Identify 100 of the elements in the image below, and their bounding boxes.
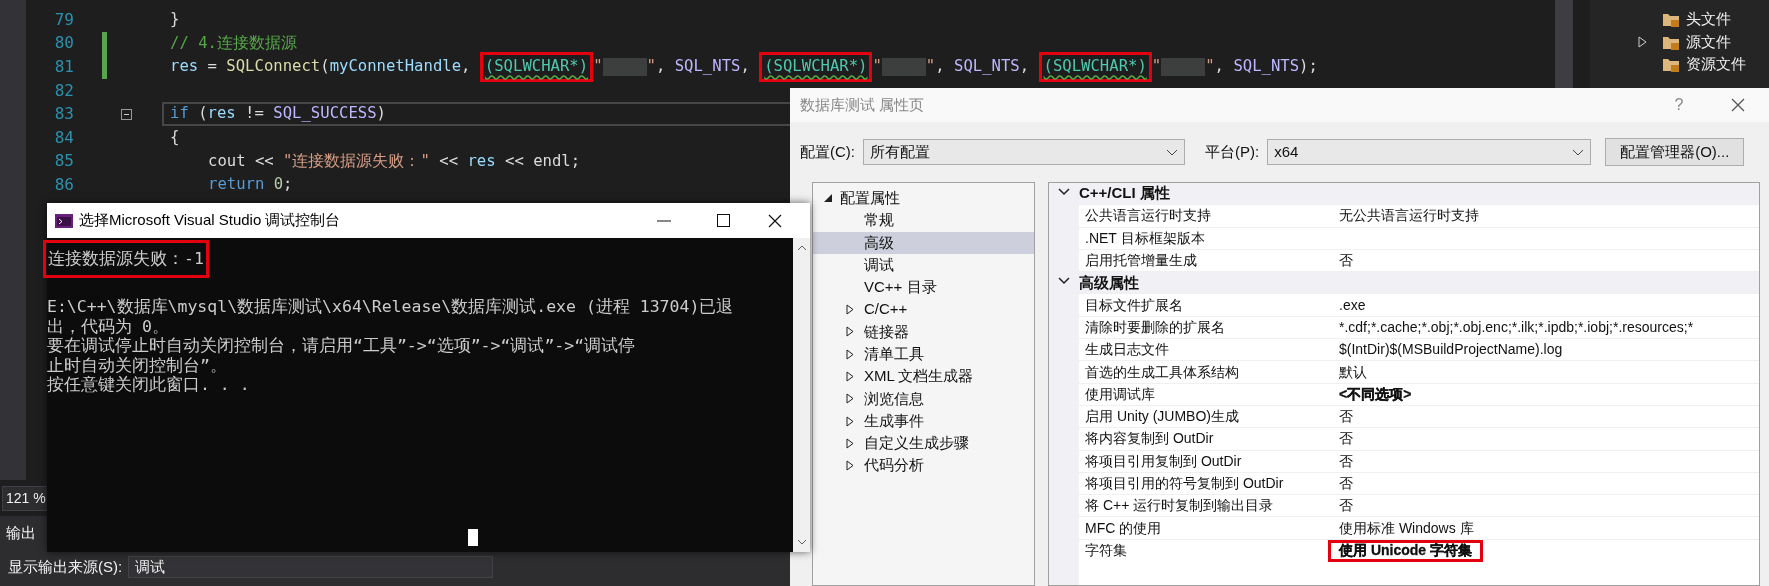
property-value[interactable]: .exe bbox=[1339, 294, 1366, 316]
code-text: res bbox=[170, 56, 199, 78]
code-text: ( bbox=[320, 56, 330, 78]
tree-item[interactable]: VC++ 目录 bbox=[813, 276, 1034, 299]
property-name: 将内容复制到 OutDir bbox=[1084, 429, 1215, 449]
folder-icon bbox=[1662, 11, 1680, 28]
line-number: 81 bbox=[53, 59, 74, 75]
config-manager-button[interactable]: 配置管理器(O)... bbox=[1605, 138, 1745, 166]
property-name: 目标文件扩展名 bbox=[1084, 295, 1184, 315]
tree-item[interactable]: 代码分析 bbox=[813, 454, 1034, 477]
close-icon[interactable] bbox=[768, 213, 782, 228]
tree-item[interactable]: 资源文件 bbox=[1686, 53, 1746, 76]
code-text: if bbox=[170, 103, 189, 125]
code-text: ; bbox=[283, 174, 293, 196]
line-number: 79 bbox=[53, 11, 74, 28]
code-text: myConnetHandle bbox=[329, 56, 462, 78]
folder-icon bbox=[1662, 56, 1680, 73]
maximize-icon[interactable] bbox=[717, 214, 730, 227]
property-value[interactable]: 否 bbox=[1339, 495, 1353, 517]
property-value[interactable]: 否 bbox=[1339, 450, 1353, 472]
tree-item[interactable]: XML 文档生成器 bbox=[813, 365, 1034, 388]
code-text: ); bbox=[1299, 56, 1318, 78]
collapsed-icon[interactable] bbox=[846, 415, 854, 427]
code-text: , bbox=[655, 56, 667, 78]
tree-item[interactable]: 头文件 bbox=[1686, 8, 1731, 31]
scroll-up-icon[interactable] bbox=[796, 244, 807, 252]
help-button[interactable]: ? bbox=[1651, 93, 1707, 117]
redaction-block bbox=[602, 58, 647, 76]
property-value[interactable]: 无公共语言运行时支持 bbox=[1339, 205, 1479, 227]
zoom-box[interactable]: 121 % bbox=[2, 486, 50, 511]
collapsed-icon[interactable] bbox=[846, 304, 854, 316]
code-text: SQL_SUCCESS bbox=[273, 103, 377, 125]
property-value[interactable]: 使用标准 Windows 库 bbox=[1339, 517, 1474, 539]
collapse-icon[interactable] bbox=[121, 108, 132, 120]
highlighted-output: 连接数据源失败：-1 bbox=[43, 240, 209, 278]
tree-item[interactable]: 常规 bbox=[813, 209, 1034, 232]
console-output: 止时自动关闭控制台”。 bbox=[47, 355, 227, 375]
config-dropdown[interactable]: 所有配置 bbox=[863, 139, 1185, 165]
collapsed-icon[interactable] bbox=[846, 437, 854, 449]
code-text: SQL_NTS bbox=[954, 56, 1020, 78]
scroll-down-icon[interactable] bbox=[796, 538, 807, 546]
property-name: 将项目引用的符号复制到 OutDir bbox=[1084, 474, 1285, 493]
collapsed-icon[interactable] bbox=[846, 393, 854, 405]
field-label: 配置(C): bbox=[800, 141, 855, 162]
collapsed-icon[interactable] bbox=[846, 348, 854, 360]
collapsed-icon[interactable] bbox=[846, 326, 854, 338]
source-dropdown[interactable]: 调试 bbox=[128, 555, 494, 578]
code-text: " bbox=[925, 56, 936, 78]
tree-item[interactable]: 链接器 bbox=[813, 320, 1034, 344]
line-number: 84 bbox=[53, 129, 74, 146]
code-text: res bbox=[207, 103, 236, 125]
code-text: , bbox=[461, 56, 472, 78]
tree-item[interactable]: 高级 bbox=[813, 231, 1034, 254]
code-text: != bbox=[244, 103, 265, 125]
property-name: 生成日志文件 bbox=[1084, 340, 1170, 360]
property-value[interactable]: 否 bbox=[1339, 250, 1353, 272]
code-text: " bbox=[1205, 56, 1215, 78]
property-name: .NET 目标框架版本 bbox=[1084, 228, 1206, 248]
expanded-icon[interactable] bbox=[824, 194, 832, 203]
close-icon[interactable] bbox=[1731, 98, 1745, 112]
highlighted-value[interactable]: 使用 Unicode 字符集 bbox=[1328, 539, 1483, 563]
code-text: " bbox=[872, 56, 882, 78]
collapsed-icon[interactable] bbox=[846, 371, 854, 382]
property-value[interactable]: 否 bbox=[1339, 406, 1353, 428]
tree-item[interactable]: 生成事件 bbox=[813, 409, 1034, 433]
tree-item[interactable]: C/C++ bbox=[813, 298, 1034, 321]
line-number: 80 bbox=[53, 35, 74, 52]
tree-item[interactable]: 源文件 bbox=[1686, 30, 1731, 53]
code-text: " bbox=[646, 56, 656, 78]
property-name: 使用调试库 bbox=[1084, 384, 1156, 404]
property-value[interactable]: <不同选项> bbox=[1339, 383, 1412, 405]
code-text: return bbox=[208, 174, 266, 196]
window-title: 数据库测试 属性页 bbox=[800, 94, 926, 115]
property-value[interactable]: $(IntDir)$(MSBuildProjectName).log bbox=[1339, 339, 1563, 361]
tree-item[interactable]: 自定义生成步骤 bbox=[813, 432, 1034, 455]
tree-item[interactable]: 调试 bbox=[813, 253, 1034, 277]
property-name: 启用 Unity (JUMBO)生成 bbox=[1084, 407, 1240, 427]
property-value[interactable]: 默认 bbox=[1339, 361, 1367, 383]
tree-item[interactable]: 浏览信息 bbox=[813, 387, 1034, 410]
code-text: , bbox=[1214, 56, 1225, 78]
collapsed-icon[interactable] bbox=[846, 460, 854, 472]
code-text: } bbox=[170, 9, 180, 31]
property-value[interactable]: *.cdf;*.cache;*.obj;*.obj.enc;*.ilk;*.ipdb;*.iobj;*.resources;* bbox=[1339, 316, 1694, 338]
scrollbar[interactable] bbox=[793, 238, 810, 552]
code-text: cout << bbox=[208, 150, 275, 172]
tree-item[interactable]: 清单工具 bbox=[813, 343, 1034, 366]
code-text: " bbox=[1151, 56, 1162, 78]
highlighted-code: (SQLWCHAR*) bbox=[759, 52, 873, 82]
panel-tab[interactable]: 输出 bbox=[6, 522, 36, 545]
field-label: 显示输出来源(S): bbox=[8, 556, 123, 577]
platform-dropdown[interactable]: x64 bbox=[1267, 139, 1592, 165]
expand-icon[interactable] bbox=[1638, 35, 1647, 48]
scrollbar[interactable] bbox=[1555, 0, 1573, 88]
property-value[interactable]: 否 bbox=[1339, 428, 1353, 450]
highlighted-code: (SQLWCHAR*) bbox=[1038, 52, 1152, 82]
property-name: 字符集 bbox=[1084, 541, 1128, 561]
property-value[interactable]: 否 bbox=[1339, 473, 1353, 494]
category-header: C++/CLI 属性 bbox=[1079, 183, 1170, 204]
tree-item[interactable]: 配置属性 bbox=[813, 187, 1034, 210]
property-name: 公共语言运行时支持 bbox=[1084, 206, 1212, 226]
